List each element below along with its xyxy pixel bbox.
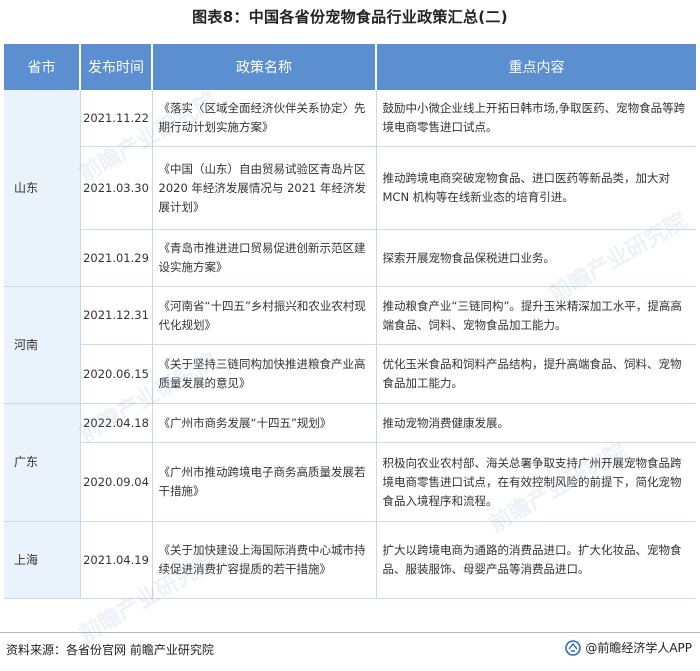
date-cell: 2021.11.22 bbox=[80, 90, 153, 147]
table-row: 2020.06.15 《关于坚持三链同构加快推进粮食产业高质量发展的意见》 优化… bbox=[4, 344, 696, 404]
brand-mark: @前瞻经济学人APP bbox=[565, 639, 692, 656]
table-row: 山东 2021.11.22 《落实〈区域全面经济伙伴关系协定〉先期行动计划实施方… bbox=[4, 90, 696, 287]
policy-name-cell: 《落实〈区域全面经济伙伴关系协定〉先期行动计划实施方案》 bbox=[152, 90, 377, 147]
page-title: 图表8：中国各省份宠物食品行业政策汇总(二) bbox=[192, 8, 508, 26]
content-cell: 鼓励中小微企业线上开拓日韩市场,争取医药、宠物食品等跨境电商零售进口试点。 bbox=[376, 90, 696, 147]
content-cell: 积极向农业农村部、海关总署争取支持广州开展宠物食品跨境电商零售进口试点，在有效控… bbox=[376, 442, 696, 522]
policy-name-cell: 《关于加快建设上海国际消费中心城市持续促进消费扩容提质的若干措施》 bbox=[152, 521, 377, 599]
content-cell: 优化玉米食品和饲料产品结构，提升高端食品、饲料、宠物食品加工能力。 bbox=[376, 344, 696, 404]
table-row: 上海 2021.04.19 《关于加快建设上海国际消费中心城市持续促进消费扩容提… bbox=[4, 521, 696, 599]
column-header-key-content: 重点内容 bbox=[376, 44, 696, 90]
policy-name-cell: 《广州市推动跨境电子商务高质量发展若干措施》 bbox=[152, 442, 377, 522]
province-cell: 上海 bbox=[4, 521, 81, 599]
table-row: 2021.01.29 《青岛市推进进口贸易促进创新示范区建设实施方案》 探索开展… bbox=[4, 229, 696, 287]
province-cell: 河南 bbox=[4, 286, 81, 404]
content-cell: 推动跨境电商突破宠物食品、进口医药等新品类，加大对 MCN 机构等在线新业态的培… bbox=[376, 146, 696, 230]
policy-name-cell: 《青岛市推进进口贸易促进创新示范区建设实施方案》 bbox=[152, 229, 377, 287]
table-header-row: 省市 发布时间 政策名称 重点内容 bbox=[4, 44, 696, 90]
source-note: 资料来源：各省份官网 前瞻产业研究院 bbox=[6, 643, 214, 657]
date-cell: 2021.04.19 bbox=[80, 521, 153, 599]
content-cell: 探索开展宠物食品保税进口业务。 bbox=[376, 229, 696, 287]
brand-text: @前瞻经济学人APP bbox=[585, 641, 692, 655]
province-cell: 山东 bbox=[4, 90, 81, 287]
date-cell: 2021.12.31 bbox=[80, 286, 153, 345]
date-cell: 2021.01.29 bbox=[80, 229, 153, 287]
table-row: 2020.09.04 《广州市推动跨境电子商务高质量发展若干措施》 积极向农业农… bbox=[4, 442, 696, 522]
column-header-date: 发布时间 bbox=[80, 44, 153, 90]
policy-name-cell: 《中国（山东）自由贸易试验区青岛片区 2020 年经济发展情况与 2021 年经… bbox=[152, 146, 377, 230]
date-cell: 2022.04.18 bbox=[80, 403, 153, 443]
column-header-province: 省市 bbox=[4, 44, 81, 90]
footer: 资料来源：各省份官网 前瞻产业研究院 @前瞻经济学人APP bbox=[0, 632, 700, 671]
table-row: 2021.03.30 《中国（山东）自由贸易试验区青岛片区 2020 年经济发展… bbox=[4, 146, 696, 230]
table-row: 河南 2021.12.31 《河南省“十四五”乡村振兴和农业农村现代化规划》 推… bbox=[4, 286, 696, 404]
date-cell: 2021.03.30 bbox=[80, 146, 153, 230]
province-cell: 广东 bbox=[4, 403, 81, 522]
content-cell: 推动宠物消费健康发展。 bbox=[376, 403, 696, 443]
column-header-policy-name: 政策名称 bbox=[152, 44, 377, 90]
policy-name-cell: 《河南省“十四五”乡村振兴和农业农村现代化规划》 bbox=[152, 286, 377, 345]
date-cell: 2020.06.15 bbox=[80, 344, 153, 404]
content-cell: 扩大以跨境电商为通路的消费品进口。扩大化妆品、宠物食品、服装服饰、母婴产品等消费… bbox=[376, 521, 696, 599]
policy-name-cell: 《广州市商务发展“十四五”规划》 bbox=[152, 403, 377, 443]
brand-logo-icon bbox=[565, 639, 582, 656]
policy-table: 省市 发布时间 政策名称 重点内容 山东 2021.11.22 《落实〈区域全面… bbox=[4, 44, 696, 599]
date-cell: 2020.09.04 bbox=[80, 442, 153, 522]
policy-name-cell: 《关于坚持三链同构加快推进粮食产业高质量发展的意见》 bbox=[152, 344, 377, 404]
table-row: 广东 2022.04.18 《广州市商务发展“十四五”规划》 推动宠物消费健康发… bbox=[4, 403, 696, 522]
content-cell: 推动粮食产业“三链同构”。提升玉米精深加工水平，提高高端食品、饲料、宠物食品加工… bbox=[376, 286, 696, 345]
